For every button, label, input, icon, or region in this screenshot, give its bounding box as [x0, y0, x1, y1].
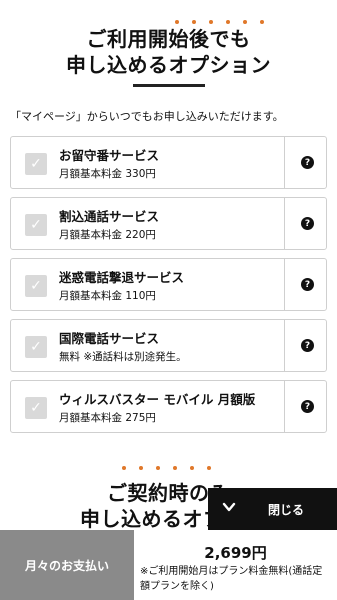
after-start-options-header: ご利用開始後でも 申し込めるオプション — [0, 20, 337, 87]
section-title-line1: ご利用開始後でも — [86, 27, 251, 51]
option-price: 月額基本料金 220円 — [59, 229, 156, 241]
intro-text: 「マイページ」からいつでもお申し込みいただけます。 — [10, 110, 284, 123]
option-price: 無料 ※通話料は別途発生。 — [59, 351, 187, 363]
option-name: 国際電話サービス — [59, 331, 160, 346]
option-checkbox[interactable]: ✓ — [25, 275, 47, 297]
help-icon[interactable]: ? — [301, 156, 314, 169]
monthly-payment-bar: 月々のお支払い 2,699円 ※ご利用開始月はプラン料金無料(通話定額プランを除… — [0, 530, 337, 600]
option-price: 月額基本料金 110円 — [59, 290, 156, 302]
check-icon: ✓ — [30, 339, 42, 355]
option-checkbox[interactable]: ✓ — [25, 153, 47, 175]
divider — [284, 259, 285, 310]
option-price: 月額基本料金 275円 — [59, 412, 156, 424]
option-card: ✓ お留守番サービス 月額基本料金 330円 ? — [10, 136, 327, 189]
option-checkbox[interactable]: ✓ — [25, 336, 47, 358]
section-title-line2: 申し込めるオプション — [66, 53, 271, 77]
option-checkbox[interactable]: ✓ — [25, 214, 47, 236]
check-icon: ✓ — [30, 278, 42, 294]
payment-note: ※ご利用開始月はプラン料金無料(通話定額プランを除く) — [140, 566, 323, 592]
close-label: 閉じる — [268, 503, 305, 517]
option-card: ✓ 割込通話サービス 月額基本料金 220円 ? — [10, 197, 327, 250]
divider — [284, 320, 285, 371]
close-button[interactable]: 閉じる — [208, 488, 337, 530]
help-icon[interactable]: ? — [301, 400, 314, 413]
divider — [284, 198, 285, 249]
chevron-down-icon — [222, 502, 236, 512]
help-icon[interactable]: ? — [301, 217, 314, 230]
emphasis-dots — [122, 466, 211, 470]
option-name: 迷惑電話撃退サービス — [59, 270, 185, 285]
option-card: ✓ 迷惑電話撃退サービス 月額基本料金 110円 ? — [10, 258, 327, 311]
check-icon: ✓ — [30, 156, 42, 172]
option-name: 割込通話サービス — [59, 209, 160, 224]
check-icon: ✓ — [30, 217, 42, 233]
help-icon[interactable]: ? — [301, 339, 314, 352]
divider — [284, 381, 285, 432]
monthly-payment-label: 月々のお支払い — [0, 530, 134, 600]
check-icon: ✓ — [30, 400, 42, 416]
option-name: ウィルスバスター モバイル 月額版 — [59, 392, 256, 407]
option-price: 月額基本料金 330円 — [59, 168, 156, 180]
option-card: ✓ ウィルスバスター モバイル 月額版 月額基本料金 275円 ? — [10, 380, 327, 433]
title-underline — [132, 84, 205, 87]
option-checkbox[interactable]: ✓ — [25, 397, 47, 419]
help-icon[interactable]: ? — [301, 278, 314, 291]
option-card: ✓ 国際電話サービス 無料 ※通話料は別途発生。 ? — [10, 319, 327, 372]
monthly-payment-amount: 2,699円 — [204, 544, 267, 562]
option-name: お留守番サービス — [59, 148, 160, 163]
emphasis-dots — [175, 20, 264, 24]
divider — [284, 137, 285, 188]
